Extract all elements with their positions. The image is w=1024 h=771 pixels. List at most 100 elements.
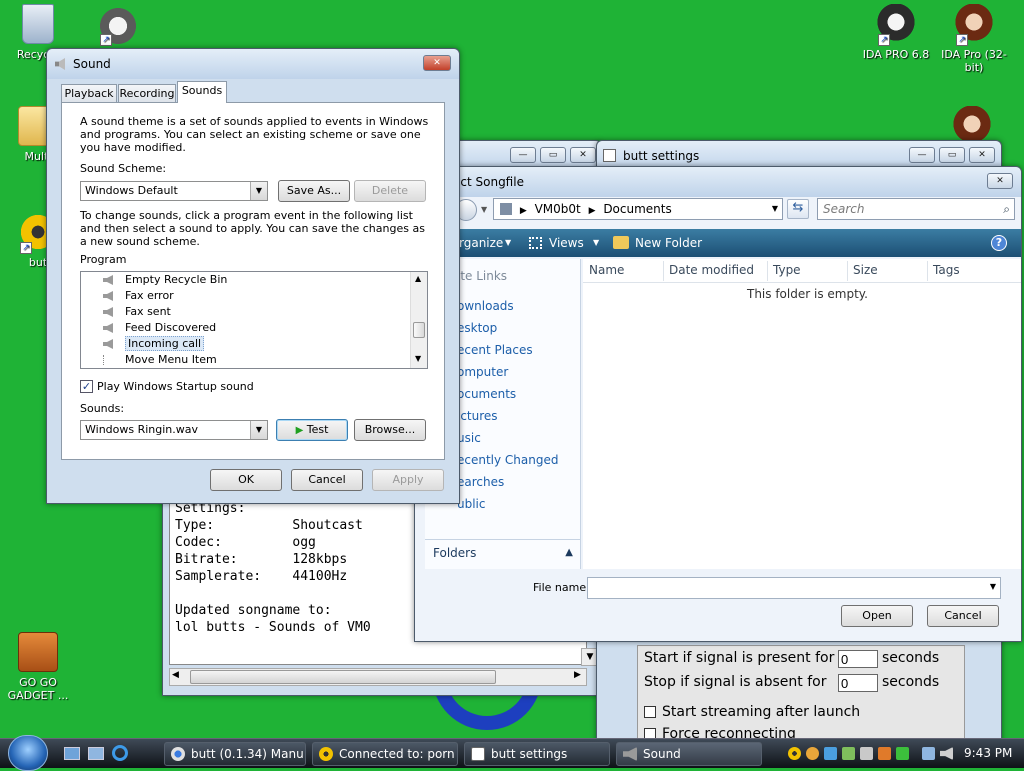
column-header-tags[interactable]: Tags xyxy=(933,263,960,277)
close-button[interactable]: ✕ xyxy=(969,147,995,163)
drive-tray-icon[interactable] xyxy=(860,747,873,760)
address-dropdown-arrow[interactable]: ▼ xyxy=(772,199,778,219)
sound-file-select[interactable]: Windows Ringin.wav ▼ xyxy=(80,420,268,440)
cancel-button[interactable]: Cancel xyxy=(927,605,999,627)
sound-scheme-select[interactable]: Windows Default ▼ xyxy=(80,181,268,201)
desktop-icon-raccoon[interactable]: ↗ xyxy=(80,4,156,48)
nav-link[interactable]: ecent Places xyxy=(457,339,558,361)
desktop-icon-ida-pro-32[interactable]: ↗ IDA Pro (32-bit) xyxy=(936,4,1012,74)
minimize-button[interactable]: — xyxy=(510,147,536,163)
browse-button[interactable]: Browse... xyxy=(354,419,426,441)
delete-button[interactable]: Delete xyxy=(354,180,426,202)
program-event-item[interactable]: Move Menu Item xyxy=(81,352,427,368)
desktop-icon-gogo-gadget[interactable]: GO GO GADGET ... xyxy=(0,632,76,702)
refresh-button[interactable]: ⇆ xyxy=(787,199,809,219)
open-button[interactable]: Open xyxy=(841,605,913,627)
column-separator[interactable] xyxy=(927,261,928,281)
switch-windows-icon[interactable] xyxy=(88,747,104,760)
scroll-down-arrow[interactable]: ▼ xyxy=(415,354,421,363)
scroll-left-arrow[interactable]: ◀ xyxy=(172,670,179,680)
organize-menu[interactable]: rganize xyxy=(459,229,503,257)
nav-link[interactable]: ocuments xyxy=(457,383,558,405)
start-streaming-checkbox[interactable] xyxy=(644,706,656,718)
taskbar-item-butt-manual[interactable]: butt (0.1.34) Manu... xyxy=(164,742,306,766)
maximize-button[interactable]: ▭ xyxy=(939,147,965,163)
desktop-icon-ida-pro-68[interactable]: ↗ IDA PRO 6.8 xyxy=(858,4,934,61)
startup-sound-checkbox[interactable]: ✓ xyxy=(80,380,93,393)
column-header-date-modified[interactable]: Date modified xyxy=(669,263,754,277)
nav-link[interactable]: ublic xyxy=(457,493,558,515)
tab-sounds[interactable]: Sounds xyxy=(177,81,227,103)
network-tray-icon[interactable] xyxy=(824,747,837,760)
program-event-item[interactable]: Feed Discovered xyxy=(81,320,427,336)
search-tray-icon[interactable] xyxy=(806,747,819,760)
column-separator[interactable] xyxy=(767,261,768,281)
cancel-button[interactable]: Cancel xyxy=(291,469,363,491)
apply-button[interactable]: Apply xyxy=(372,469,444,491)
filename-input[interactable]: ▼ xyxy=(587,577,1001,599)
songfile-titlebar[interactable]: ect Songfile ✕ xyxy=(415,167,1021,197)
nav-link[interactable]: earches xyxy=(457,471,558,493)
filename-dropdown-icon[interactable]: ▼ xyxy=(990,582,996,591)
test-button[interactable]: ▶ Test xyxy=(276,419,348,441)
taskbar-item-sound[interactable]: Sound xyxy=(616,742,762,766)
butt-tray-icon[interactable] xyxy=(788,747,801,760)
close-button[interactable]: ✕ xyxy=(987,173,1013,189)
program-event-item[interactable]: Empty Recycle Bin xyxy=(81,272,427,288)
search-icon[interactable]: ⌕ xyxy=(1003,199,1010,219)
scroll-up-arrow[interactable]: ▲ xyxy=(415,274,421,283)
log-horizontal-scrollbar[interactable]: ◀ ▶ xyxy=(169,668,587,686)
scroll-right-arrow[interactable]: ▶ xyxy=(574,670,581,680)
save-as-button[interactable]: Save As... xyxy=(278,180,350,202)
ok-button[interactable]: OK xyxy=(210,469,282,491)
program-list-scrollbar[interactable]: ▲ ▼ xyxy=(410,272,427,368)
program-event-item[interactable]: Incoming call xyxy=(81,336,427,352)
chevron-up-icon[interactable]: ▲ xyxy=(565,540,573,566)
taskbar-item-butt-settings[interactable]: butt settings xyxy=(464,742,610,766)
close-button[interactable]: ✕ xyxy=(570,147,596,163)
views-menu[interactable]: Views xyxy=(549,229,584,257)
program-event-item[interactable]: Fax sent xyxy=(81,304,427,320)
nav-link[interactable]: ictures xyxy=(457,405,558,427)
stop-signal-input[interactable] xyxy=(838,674,878,692)
address-bar[interactable]: ▶ VM0b0t ▶ Documents ▼ xyxy=(493,198,783,220)
internet-explorer-icon[interactable] xyxy=(112,745,128,761)
column-header-name[interactable]: Name xyxy=(589,263,624,277)
nav-link[interactable]: omputer xyxy=(457,361,558,383)
start-signal-input[interactable] xyxy=(838,650,878,668)
nav-link[interactable]: usic xyxy=(457,427,558,449)
show-desktop-icon[interactable] xyxy=(64,747,80,760)
clock[interactable]: 9:43 PM xyxy=(964,746,1012,760)
scroll-thumb[interactable] xyxy=(413,322,425,338)
column-header-size[interactable]: Size xyxy=(853,263,878,277)
tab-playback[interactable]: Playback xyxy=(61,84,117,103)
column-separator[interactable] xyxy=(663,261,664,281)
volume-icon[interactable] xyxy=(940,747,953,760)
select-songfile-dialog[interactable]: ect Songfile ✕ ▼ ▶ VM0b0t ▶ Documents ▼ … xyxy=(414,166,1022,642)
file-list[interactable]: Name Date modified Type Size Tags This folde… xyxy=(583,259,1021,569)
recent-pages-dropdown[interactable]: ▼ xyxy=(481,205,487,214)
tab-recording[interactable]: Recording xyxy=(118,84,176,103)
nav-link[interactable]: esktop xyxy=(457,317,558,339)
tool-tray-icon[interactable] xyxy=(842,747,855,760)
sound-dialog[interactable]: Sound ✕ Playback Recording Sounds A sound … xyxy=(46,48,460,504)
shield-tray-icon[interactable] xyxy=(896,747,909,760)
start-button[interactable] xyxy=(8,735,48,771)
nav-link[interactable]: ownloads xyxy=(457,295,558,317)
program-events-list[interactable]: Empty Recycle Bin Fax error Fax sent Feed D… xyxy=(80,271,428,369)
nav-link[interactable]: ecently Changed xyxy=(457,449,558,471)
new-folder-button[interactable]: New Folder xyxy=(635,229,702,257)
sound-titlebar[interactable]: Sound ✕ xyxy=(47,49,459,79)
column-separator[interactable] xyxy=(847,261,848,281)
close-button[interactable]: ✕ xyxy=(423,55,451,71)
pen-tray-icon[interactable] xyxy=(878,747,891,760)
network-status-icon[interactable] xyxy=(922,747,935,760)
program-event-item[interactable]: Fax error xyxy=(81,288,427,304)
maximize-button[interactable]: ▭ xyxy=(540,147,566,163)
scroll-thumb[interactable] xyxy=(190,670,496,684)
folders-bar[interactable]: Folders ▲ xyxy=(425,539,581,565)
breadcrumb-documents[interactable]: Documents xyxy=(603,202,671,216)
column-header-type[interactable]: Type xyxy=(773,263,801,277)
taskbar-item-connected[interactable]: Connected to: porn xyxy=(312,742,458,766)
help-icon[interactable]: ? xyxy=(991,235,1007,251)
